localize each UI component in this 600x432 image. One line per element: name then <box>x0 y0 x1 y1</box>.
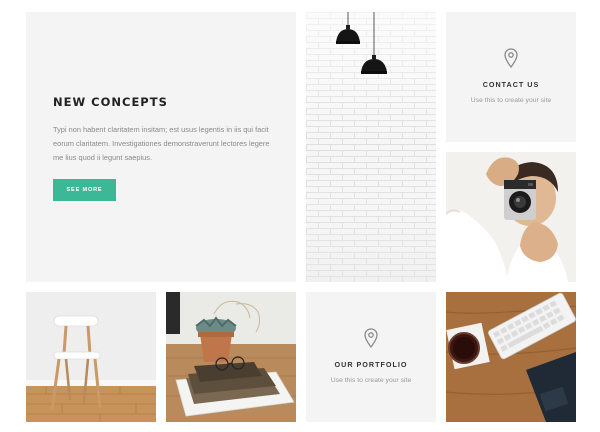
desk-plant-books-image <box>166 292 296 422</box>
contact-us-tile[interactable]: CONTACT US Use this to create your site <box>446 12 576 142</box>
hero-title: NEW CONCEPTS <box>53 95 168 109</box>
our-portfolio-subtitle: Use this to create your site <box>330 377 412 384</box>
map-pin-icon <box>364 328 378 348</box>
workspace-keyboard-image <box>446 292 576 422</box>
contact-us-subtitle: Use this to create your site <box>470 97 552 104</box>
our-portfolio-tile[interactable]: OUR PORTFOLIO Use this to create your si… <box>306 292 436 422</box>
hero-body-text: Typi non habent claritatem insitam; est … <box>53 125 270 162</box>
see-more-button[interactable]: SEE MORE <box>53 179 116 201</box>
our-portfolio-title: OUR PORTFOLIO <box>334 360 408 369</box>
hero-tile: NEW CONCEPTS Typi non habent claritatem … <box>26 12 296 282</box>
brick-wall-lamps-image <box>306 12 436 282</box>
map-pin-icon <box>504 48 518 68</box>
contact-us-title: CONTACT US <box>482 80 540 89</box>
white-chair-image <box>26 292 156 422</box>
brick-wall-illustration <box>306 12 436 282</box>
photographer-image <box>446 152 576 282</box>
